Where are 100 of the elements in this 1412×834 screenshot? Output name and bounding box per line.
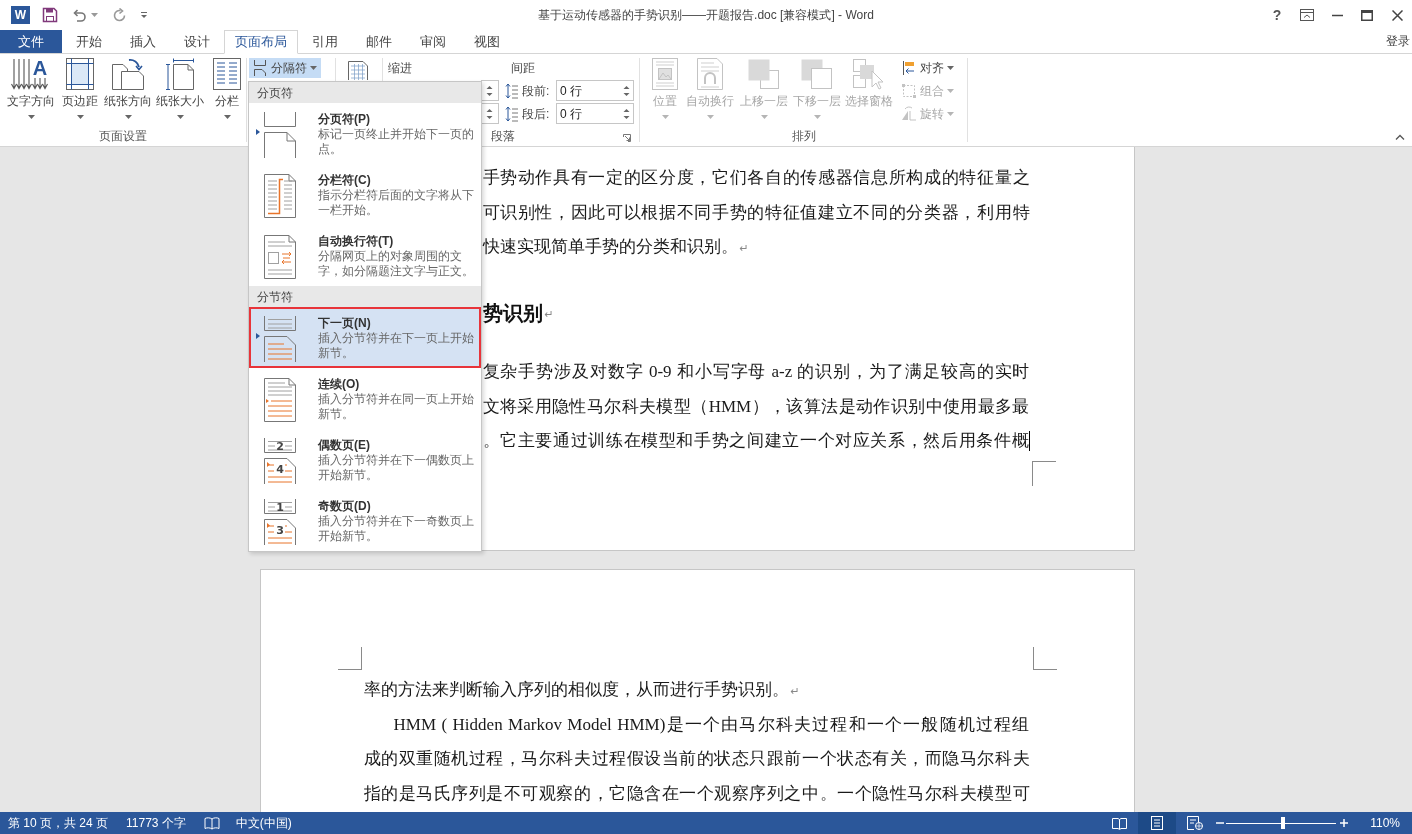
- ribbon-tab[interactable]: 插入: [116, 30, 170, 53]
- paragraph-mark: ↵: [739, 241, 749, 257]
- align-bars-icon: [901, 60, 917, 76]
- paragraph-line: 复杂手势涉及对数字 0-9 和小写字母 a-z 的识别，为了满足较高的实时: [482, 361, 1030, 383]
- spacing-field[interactable]: 0 行: [556, 80, 634, 101]
- caret-icon: [76, 115, 84, 119]
- spin-arrows-icon: [486, 106, 493, 121]
- ribbon-tab[interactable]: 引用: [298, 30, 352, 53]
- save-icon: [42, 7, 58, 23]
- margin-corner-mark: [1032, 647, 1057, 670]
- arrange-small-button[interactable]: 对齐: [899, 58, 957, 78]
- close-icon: [1391, 9, 1403, 21]
- redo-icon: [111, 7, 127, 23]
- margin-corner-mark: [1031, 460, 1056, 486]
- caret-icon: [91, 13, 98, 17]
- page-globe-icon: [1187, 816, 1204, 830]
- grid-page-icon[interactable]: [347, 60, 369, 80]
- orientation-button[interactable]: 纸张方向: [102, 54, 154, 126]
- caret-icon: [176, 115, 184, 119]
- dialog-launcher-icon[interactable]: [623, 134, 631, 142]
- caret-icon: [310, 66, 317, 70]
- file-tab[interactable]: 文件: [0, 30, 62, 53]
- text-direction-button[interactable]: A 文字方向: [4, 54, 58, 126]
- ribbon-tab[interactable]: 邮件: [352, 30, 406, 53]
- menu-item[interactable]: 1 3 奇数页(D) 插入分节符并在下一奇数页上开始新节。: [249, 490, 481, 551]
- spacing-field[interactable]: 0 行: [556, 103, 634, 124]
- menu-item-description: 插入分节符并在下一页上开始新节。: [318, 331, 475, 361]
- menu-item[interactable]: 分栏符(C) 指示分栏符后面的文字将从下一栏开始。: [249, 164, 481, 225]
- menu-item-description: 插入分节符并在同一页上开始新节。: [318, 392, 475, 422]
- spacing-field-label: 段前:: [522, 82, 551, 100]
- menu-item-description: 指示分栏符后面的文字将从下一栏开始。: [318, 188, 475, 218]
- menu-item-description: 分隔网页上的对象周围的文字，如分隔题注文字与正文。: [318, 249, 475, 279]
- word-count-label[interactable]: 11773 个字: [126, 814, 186, 832]
- stacked-squares-icon: [747, 58, 781, 90]
- stacked-squares-icon: [800, 58, 834, 90]
- zoom-slider[interactable]: [1226, 817, 1337, 829]
- ribbon-tab[interactable]: 视图: [460, 30, 514, 53]
- paragraph-mark: ↵: [544, 306, 554, 323]
- minus-icon: [1216, 819, 1225, 827]
- slider-thumb[interactable]: [1281, 817, 1286, 829]
- paragraph-line: 可识别性，因此可以根据不同手势的特征值建立不同的分类器，利用特: [482, 201, 1030, 224]
- menu-item[interactable]: 自动换行符(T) 分隔网页上的对象周围的文字，如分隔题注文字与正文。: [249, 225, 481, 286]
- spin-arrows-icon: [486, 83, 493, 98]
- paragraph-line: 文将采用隐性马尔科夫模型（HMM），该算法是动作识别中使用最多最: [482, 395, 1030, 418]
- spin-arrows-icon: [623, 106, 630, 121]
- ribbon-tab[interactable]: 设计: [170, 30, 224, 53]
- word-app-icon[interactable]: W: [11, 6, 30, 24]
- page-count-label[interactable]: 第 10 页，共 24 页: [8, 814, 109, 832]
- undo-icon: [71, 8, 87, 22]
- paragraph-line: 率的方法来判断输入序列的相似度，从而进行手势识别。: [363, 679, 789, 701]
- ribbon-tab[interactable]: 审阅: [406, 30, 460, 53]
- two-columns-page-icon: [212, 58, 242, 90]
- ribbon-tab[interactable]: 页面布局: [224, 30, 298, 54]
- maximize-icon: [1361, 9, 1373, 21]
- pages-curved-arrow-icon: [111, 58, 145, 90]
- margins-button[interactable]: 页边距: [58, 54, 102, 126]
- language-label[interactable]: 中文(中国): [235, 814, 292, 832]
- caret-icon: [947, 66, 954, 70]
- paragraph-line: 指的是马氏序列是不可观察的，它隐含在一个观察序列之中。一个隐性马尔科夫模型可: [363, 782, 1030, 805]
- sign-in-link[interactable]: 登录: [1386, 32, 1410, 50]
- margin-corner-mark: [337, 647, 362, 670]
- section-heading: 势识别: [482, 300, 543, 326]
- chevron-up-icon[interactable]: [1395, 134, 1405, 140]
- paragraph-line: HMM ( Hidden Markov Model HMM)是一个由马尔科夫过程和一个一般随机过程组: [393, 713, 1030, 736]
- menu-item[interactable]: 连续(O) 插入分节符并在同一页上开始新节。: [249, 368, 481, 429]
- window-title: 基于运动传感器的手势识别——开题报告.doc [兼容模式] - Word: [538, 7, 874, 24]
- help-button[interactable]: ?: [1262, 0, 1292, 30]
- open-book-icon[interactable]: [203, 816, 220, 830]
- paragraph-line: 。它主要通过训练在模型和手势之间建立一个对应关系，然后用条件概: [482, 430, 1029, 452]
- menu-item-description: 插入分节符并在下一奇数页上开始新节。: [318, 514, 475, 544]
- split-page-icon: [254, 112, 298, 158]
- menu-section-header: 分页符: [249, 82, 481, 103]
- line-spacing-icon: [505, 104, 519, 123]
- zoom-level-label[interactable]: 110%: [1370, 814, 1400, 832]
- menu-section-header: 分节符: [249, 286, 481, 307]
- ribbon-tab[interactable]: 开始: [62, 30, 116, 53]
- open-book-icon: [1111, 816, 1127, 830]
- split-page-icon: [252, 60, 268, 76]
- breaks-button[interactable]: 分隔符: [249, 58, 321, 78]
- page-picture-icon: [651, 58, 679, 90]
- group-label: 页面设置: [99, 128, 147, 145]
- caret-icon: [947, 89, 954, 93]
- indent-label: 缩进: [388, 60, 412, 77]
- menu-item[interactable]: 2 4 偶数页(E) 插入分节符并在下一偶数页上开始新节。: [249, 429, 481, 490]
- caret-icon: [27, 115, 35, 119]
- spacing-field-label: 段后:: [522, 105, 551, 123]
- spin-arrows-icon: [623, 83, 630, 98]
- columns-button[interactable]: 分栏: [212, 54, 242, 126]
- view-button[interactable]: [1138, 812, 1177, 834]
- menu-item[interactable]: 分页符(P) 标记一页终止并开始下一页的点。: [249, 103, 481, 164]
- paragraph-line: 成的双重随机过程，马尔科夫过程假设当前的状态只跟前一个状态有关，而隐马尔科夫: [363, 748, 1030, 770]
- caret-icon: [947, 112, 954, 116]
- line-caret-icon: [140, 11, 148, 19]
- menu-item-description: 插入分节符并在下一偶数页上开始新节。: [318, 453, 475, 483]
- page-lines-icon: [1150, 816, 1165, 830]
- menu-item[interactable]: 下一页(N) 插入分节符并在下一页上开始新节。: [249, 307, 481, 368]
- box-chevron-icon: [1300, 9, 1314, 21]
- size-button[interactable]: 纸张大小: [154, 54, 206, 126]
- group-label: 段落: [491, 128, 515, 145]
- caret-icon: [124, 115, 132, 119]
